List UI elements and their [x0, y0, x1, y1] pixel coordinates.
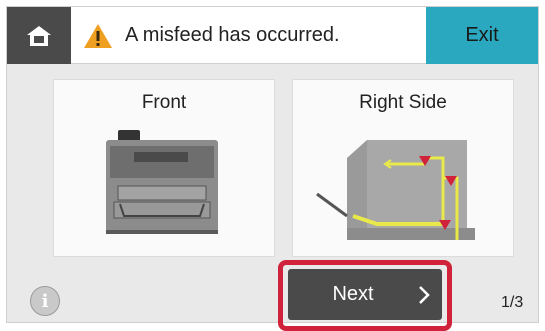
home-icon: [27, 25, 51, 46]
next-label: Next: [332, 283, 374, 305]
printer-side-illustration: [316, 140, 475, 240]
front-label: Front: [141, 92, 187, 113]
info-icon: i: [41, 290, 49, 312]
top-bar: A misfeed has occurred. Exit: [7, 7, 538, 64]
home-button[interactable]: [7, 7, 71, 64]
printer-front-illustration: [106, 130, 218, 234]
info-button[interactable]: i: [30, 286, 60, 316]
right-side-view-panel: Right Side: [292, 79, 514, 257]
misfeed-screen: A misfeed has occurred. Exit Front Right…: [6, 6, 539, 331]
right-side-label: Right Side: [359, 92, 447, 113]
next-button[interactable]: Next: [288, 269, 442, 320]
chevron-right-icon: [419, 286, 430, 304]
warning-triangle-icon: [84, 24, 112, 48]
front-view-panel: Front: [53, 79, 275, 257]
exit-button[interactable]: Exit: [426, 7, 538, 64]
misfeed-title: A misfeed has occurred.: [125, 24, 340, 46]
page-indicator: 1/3: [501, 294, 524, 311]
